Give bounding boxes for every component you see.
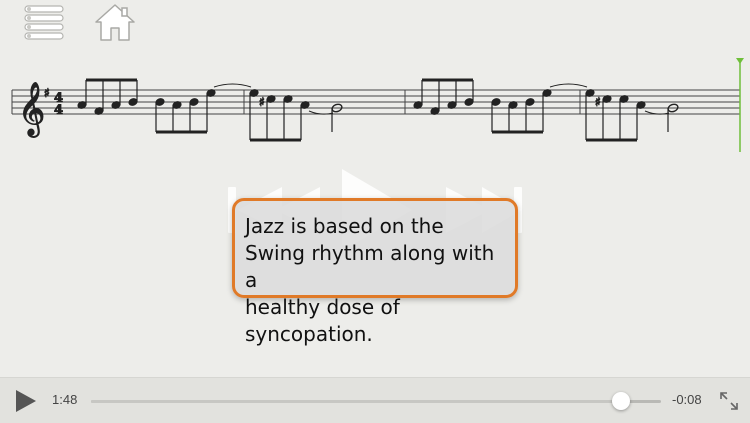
media-player-bar: 1:48 -0:08 — [0, 377, 750, 423]
info-tooltip: Jazz is based on the Swing rhythm along … — [232, 198, 518, 346]
slider-thumb[interactable] — [612, 392, 631, 410]
expand-icon[interactable] — [718, 390, 740, 412]
music-score: 𝄞 ♯ 4 4 ♯ ♯ — [0, 52, 750, 162]
key-signature-sharp: ♯ — [44, 86, 50, 100]
sharp-accidental: ♯ — [595, 95, 601, 109]
playhead-marker[interactable] — [736, 58, 744, 64]
tooltip-line-3: healthy dose of syncopation. — [245, 295, 400, 346]
tooltip-line-1: Jazz is based on the — [245, 214, 444, 238]
progress-slider[interactable] — [91, 392, 661, 410]
time-signature-bottom: 4 — [54, 103, 63, 118]
remaining-time: -0:08 — [672, 392, 702, 407]
tooltip-line-2: Swing rhythm along with a — [245, 241, 495, 292]
sharp-accidental: ♯ — [259, 95, 265, 109]
play-icon[interactable] — [14, 389, 38, 413]
home-icon[interactable] — [94, 2, 136, 42]
list-menu-icon[interactable] — [24, 4, 64, 40]
tie — [549, 83, 588, 88]
top-toolbar — [0, 0, 750, 50]
progress-fill — [91, 400, 622, 403]
treble-clef: 𝄞 — [18, 81, 45, 137]
sheet-music-staff: 𝄞♯ 44♯ ♯ — [11, 58, 744, 152]
elapsed-time: 1:48 — [52, 392, 78, 407]
tie — [213, 83, 252, 88]
